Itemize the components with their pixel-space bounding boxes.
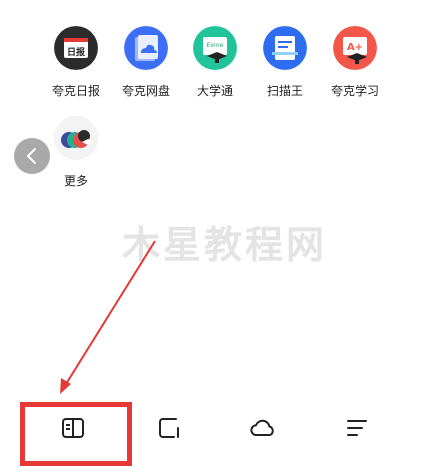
cloud-icon <box>250 419 274 436</box>
app-label: 大学通 <box>196 84 233 98</box>
menu-icon <box>347 420 367 436</box>
study-badge-text: A+ <box>347 42 363 53</box>
tab-tabs[interactable] <box>124 398 214 458</box>
cloud-drive-icon <box>124 26 168 70</box>
scanner-icon <box>263 26 307 70</box>
highlight-box <box>20 402 132 466</box>
university-badge-text: Exme <box>207 42 224 49</box>
more-apps-button[interactable]: 更多 <box>46 116 106 188</box>
back-button[interactable] <box>14 138 50 174</box>
tabs-icon <box>159 418 179 438</box>
app-label: 夸克日报 <box>51 84 100 98</box>
more-apps-icon <box>54 116 98 160</box>
app-university[interactable]: Exme 大学通 <box>185 26 245 98</box>
app-scanner[interactable]: 扫描王 <box>255 26 315 98</box>
app-label: 夸克网盘 <box>121 84 170 98</box>
tab-menu[interactable] <box>312 398 402 458</box>
university-icon: Exme <box>193 26 237 70</box>
tab-cloud[interactable] <box>218 398 308 458</box>
app-quark-drive[interactable]: 夸克网盘 <box>116 26 176 98</box>
app-quark-daily[interactable]: 日报 夸克日报 <box>46 26 106 98</box>
watermark: 木星教程网 <box>122 223 328 267</box>
app-label: 扫描王 <box>266 84 303 98</box>
daily-badge-text: 日报 <box>67 46 85 58</box>
app-label: 更多 <box>63 174 88 188</box>
app-quark-study[interactable]: A+ 夸克学习 <box>325 26 385 98</box>
daily-news-icon: 日报 <box>54 26 98 70</box>
app-label: 夸克学习 <box>330 84 379 98</box>
chevron-left-icon <box>27 148 36 164</box>
study-icon: A+ <box>333 26 377 70</box>
